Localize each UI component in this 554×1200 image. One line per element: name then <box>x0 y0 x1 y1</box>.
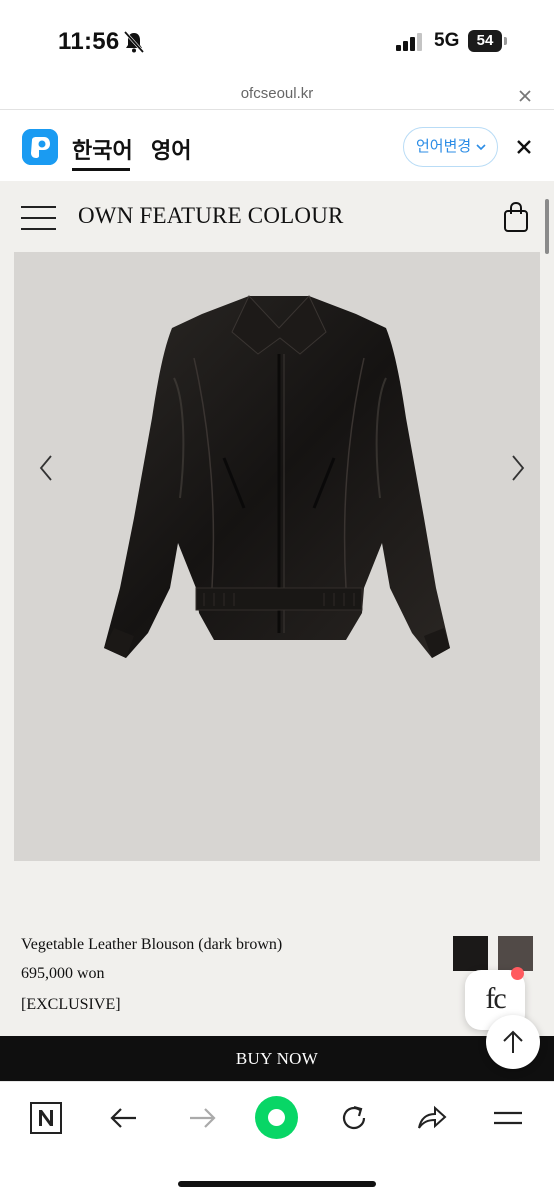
forward-arrow-icon[interactable] <box>184 1100 220 1136</box>
notification-dot <box>511 967 524 980</box>
tab-lang-target[interactable]: 영어 <box>151 133 191 165</box>
share-icon[interactable] <box>413 1100 449 1136</box>
product-price: 695,000 won <box>21 965 105 982</box>
bell-slash-icon <box>124 31 144 53</box>
translate-bar: 한국어 영어 언어변경 <box>0 111 554 181</box>
active-tab-underline <box>72 168 130 171</box>
home-green-icon[interactable] <box>255 1096 298 1139</box>
color-swatch-black[interactable] <box>453 936 488 971</box>
product-image-carousel[interactable] <box>14 252 540 861</box>
papago-logo-icon <box>22 129 58 165</box>
shopping-bag-icon[interactable] <box>502 201 530 233</box>
back-arrow-icon[interactable] <box>106 1100 142 1136</box>
arrow-up-icon <box>503 1030 523 1053</box>
signal-icon <box>396 33 422 51</box>
naver-n-icon[interactable] <box>28 1100 64 1136</box>
scrollbar[interactable] <box>545 199 549 254</box>
product-name: Vegetable Leather Blouson (dark brown) <box>21 936 283 953</box>
tab-lang-source[interactable]: 한국어 <box>72 133 133 165</box>
battery-tip <box>504 37 507 45</box>
chat-badge-label: fc <box>485 982 506 1015</box>
hamburger-menu-icon[interactable] <box>21 206 56 230</box>
scroll-top-button[interactable] <box>486 1015 540 1069</box>
color-swatch-brown[interactable] <box>498 936 533 971</box>
change-language-button[interactable]: 언어변경 <box>403 127 498 167</box>
chevron-down-icon <box>476 144 486 151</box>
menu-lines-icon[interactable] <box>490 1100 526 1136</box>
browser-toolbar <box>0 1081 554 1200</box>
home-indicator <box>178 1181 376 1187</box>
network-type: 5G <box>434 30 460 51</box>
change-language-label: 언어변경 <box>416 138 472 155</box>
page-content: OWN FEATURE COLOUR Vegetable Leather Blo… <box>0 181 554 1081</box>
chevron-right-icon[interactable] <box>510 454 526 482</box>
url-text[interactable]: ofcseoul.kr <box>0 85 554 102</box>
status-time: 11:56 <box>58 28 120 55</box>
url-bar[interactable]: ofcseoul.kr <box>0 80 554 110</box>
reload-icon[interactable] <box>336 1100 372 1136</box>
status-bar: 11:56 5G 54 <box>0 0 554 80</box>
chevron-left-icon[interactable] <box>38 454 54 482</box>
close-translate-icon[interactable] <box>515 138 533 156</box>
product-image <box>104 295 450 658</box>
battery-level: 54 <box>468 30 502 52</box>
product-tag: [EXCLUSIVE] <box>21 996 121 1013</box>
brand-logo[interactable]: OWN FEATURE COLOUR <box>78 203 344 229</box>
buy-now-button[interactable]: BUY NOW <box>0 1036 554 1081</box>
close-icon[interactable] <box>516 87 534 105</box>
